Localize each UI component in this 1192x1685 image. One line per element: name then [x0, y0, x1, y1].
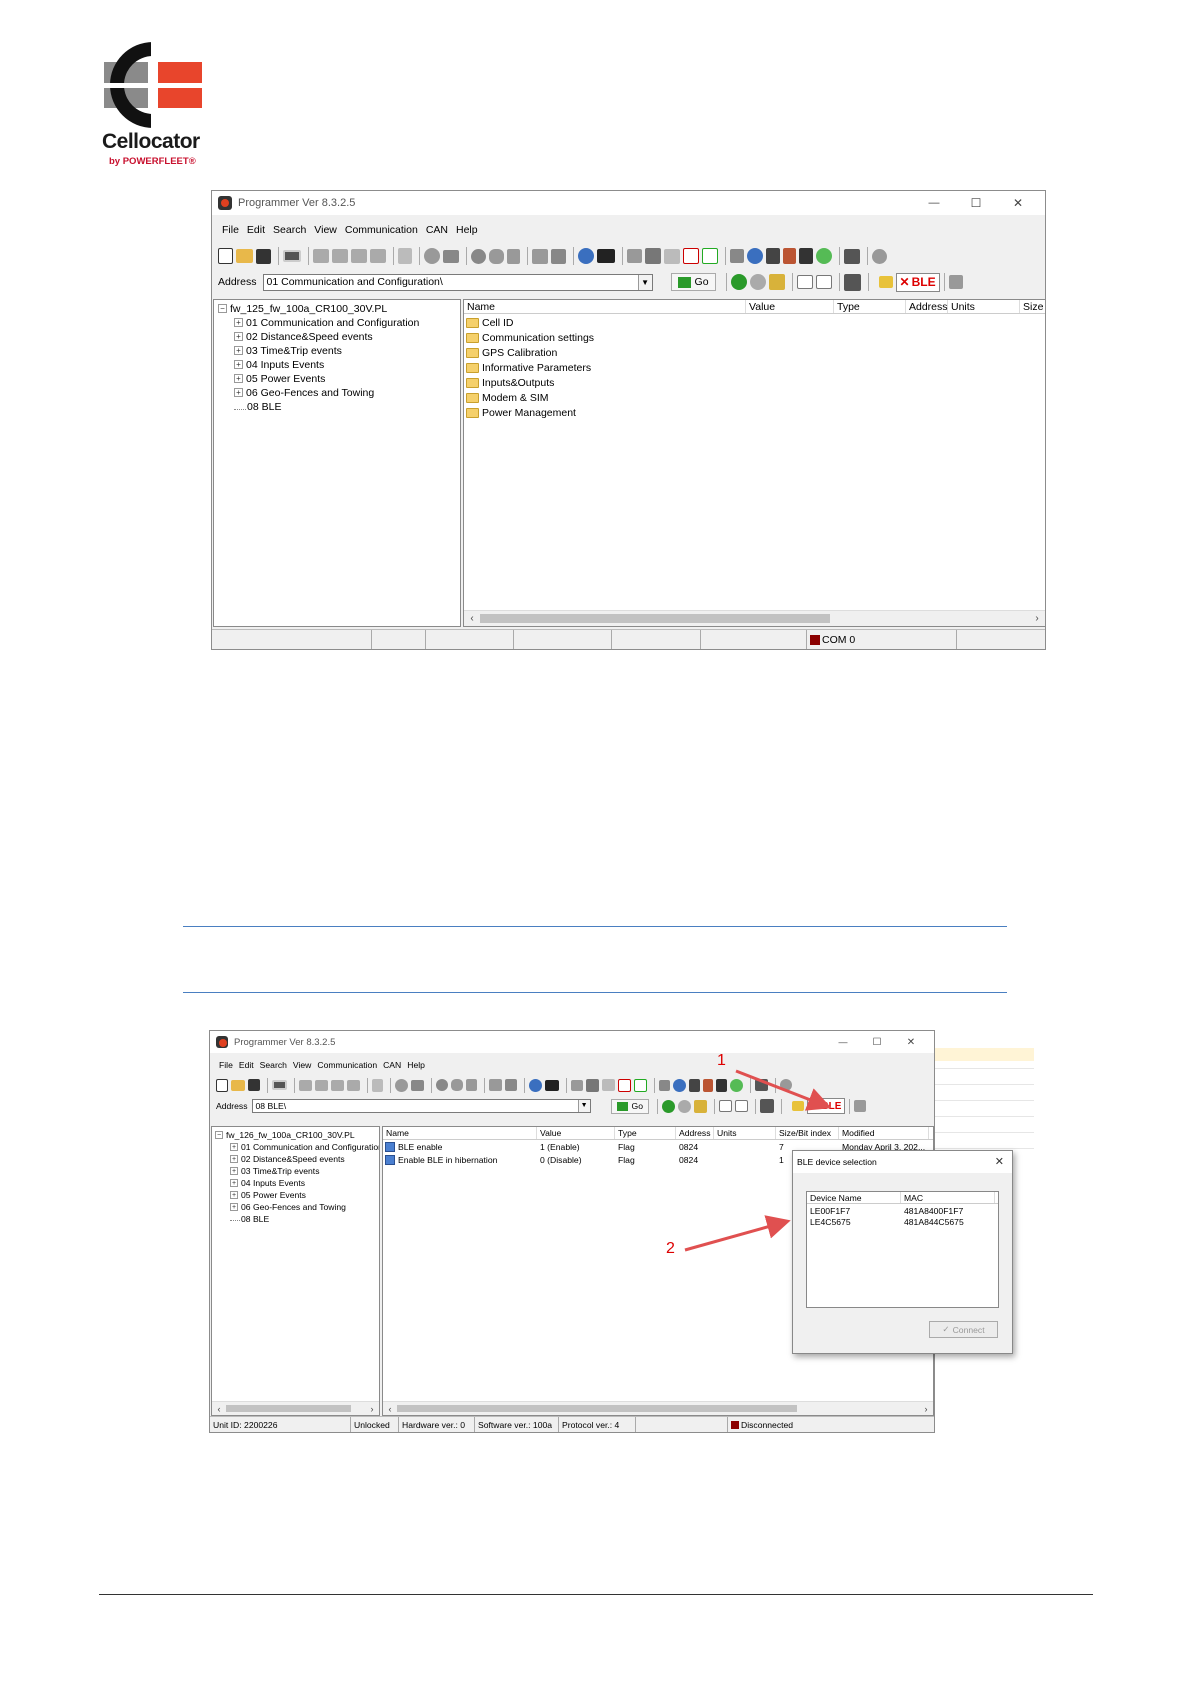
annotation-label-2: 2 [666, 1240, 675, 1257]
annotation-label-1: 1 [717, 1052, 726, 1069]
annotation-arrows [684, 1069, 832, 1252]
footer-rule [99, 1594, 1093, 1595]
arrow-2 [684, 1215, 791, 1252]
arrow-1 [735, 1069, 832, 1111]
